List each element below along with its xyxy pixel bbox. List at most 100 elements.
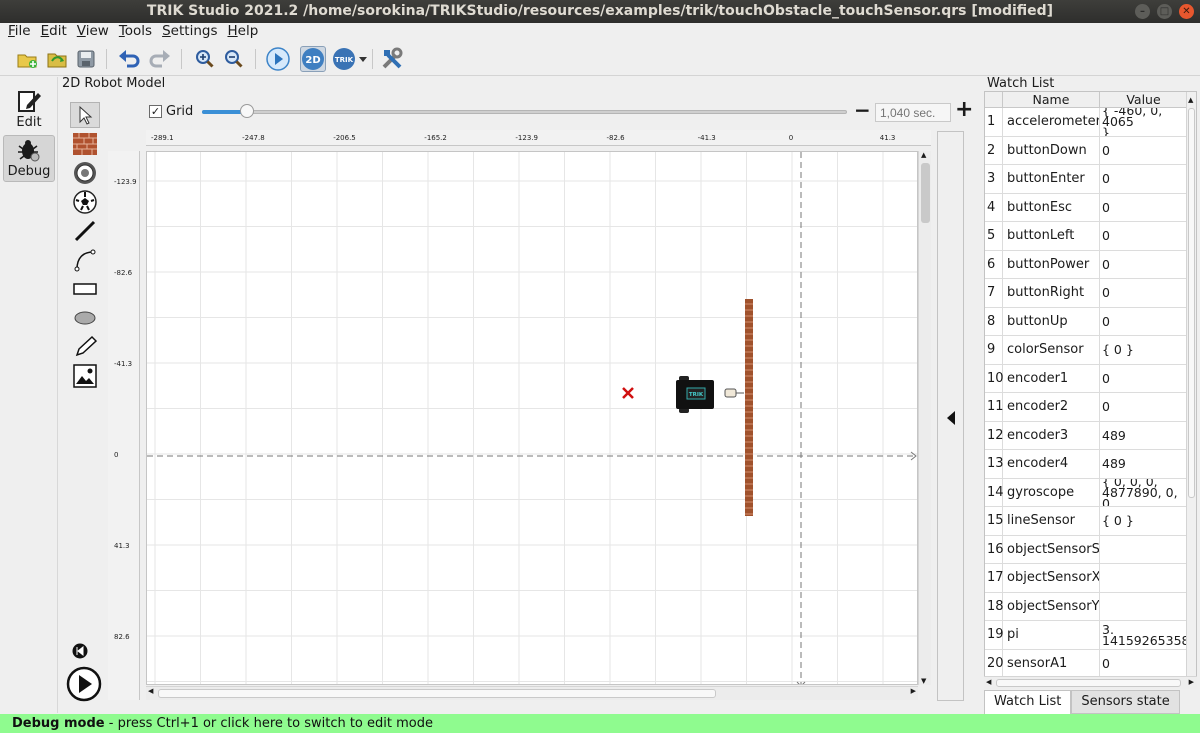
undo-icon[interactable] (116, 46, 142, 72)
plus-icon[interactable]: + (955, 99, 973, 121)
zoom-out-icon[interactable] (221, 46, 247, 72)
name-column-header[interactable]: Name (1003, 92, 1100, 108)
maximize-icon[interactable]: □ (1157, 4, 1172, 19)
watch-variable-value: 489 (1102, 456, 1126, 472)
trik-robot-icon[interactable]: TRIK (331, 46, 357, 72)
new-project-icon[interactable] (14, 46, 40, 72)
scroll-right-icon[interactable]: ▶ (1189, 678, 1194, 686)
menu-edit[interactable]: Edit (36, 23, 72, 41)
watch-row[interactable]: 8 buttonUp 0 (985, 307, 1188, 336)
open-icon[interactable] (44, 46, 70, 72)
watch-row[interactable]: 6 buttonPower 0 (985, 250, 1188, 279)
watch-row[interactable]: 3 buttonEnter 0 (985, 165, 1188, 194)
save-icon[interactable] (73, 46, 99, 72)
line-icon[interactable] (70, 218, 100, 244)
watch-row[interactable]: 4 buttonEsc 0 (985, 193, 1188, 222)
watch-variable-value: 0 (1102, 655, 1110, 671)
scroll-down-icon[interactable]: ▼ (921, 677, 926, 685)
watch-variable-name: buttonLeft (1003, 222, 1100, 250)
scroll-left-icon[interactable]: ◀ (986, 678, 991, 686)
rectangle-icon[interactable] (70, 276, 100, 302)
minus-icon[interactable]: − (854, 100, 871, 121)
watch-row[interactable]: 11 encoder2 0 (985, 393, 1188, 422)
scroll-left-icon[interactable]: ◀ (148, 687, 153, 695)
watch-scroll-thumb[interactable] (1188, 108, 1195, 498)
collapse-panel-button[interactable] (937, 131, 964, 701)
pencil-icon[interactable] (70, 334, 100, 360)
watch-row[interactable]: 14 gyroscope{ 0, 0, 0, 4877890, 0, 0, (985, 478, 1188, 507)
redo-icon[interactable] (147, 46, 173, 72)
watch-row[interactable]: 13 encoder4 489 (985, 450, 1188, 479)
menu-help[interactable]: Help (222, 23, 263, 41)
watch-variable-value (1100, 564, 1188, 592)
settings-tools-icon[interactable] (379, 46, 405, 72)
grid-size-slider-handle[interactable] (240, 104, 255, 118)
menu-tools[interactable]: Tools (114, 23, 157, 41)
scene-canvas: TRIK (147, 152, 917, 684)
watch-row[interactable]: 20 sensorA1 0 (985, 649, 1188, 678)
watch-row-number: 16 (985, 535, 1004, 563)
chevron-left-icon (947, 411, 955, 425)
image-icon[interactable] (70, 363, 100, 389)
run-icon[interactable] (265, 46, 291, 72)
watch-row[interactable]: 15 lineSensor{ 0 } (985, 507, 1188, 536)
edit-mode-button[interactable]: Edit (3, 85, 55, 132)
watch-row[interactable]: 12 encoder3 489 (985, 421, 1188, 450)
time-input[interactable] (875, 103, 951, 122)
watch-row[interactable]: 16objectSensorSize (985, 535, 1188, 564)
minimize-icon[interactable]: – (1135, 4, 1150, 19)
grid-checkbox[interactable]: ✓ (149, 105, 162, 118)
menu-file[interactable]: File (3, 23, 36, 41)
scroll-up-icon[interactable]: ▲ (1188, 96, 1193, 104)
edit-mode-label: Edit (16, 115, 42, 130)
tab-sensors-state[interactable]: Sensors state (1071, 690, 1180, 714)
window-title-bar: TRIK Studio 2021.2 /home/sorokina/TRIKSt… (0, 0, 1200, 23)
watch-variable-value: { 0 } (1102, 342, 1134, 358)
watch-row[interactable]: 19pi3. 14159265358979 (985, 621, 1188, 650)
chevron-down-icon[interactable] (357, 46, 369, 72)
select-icon[interactable] (70, 102, 100, 128)
status-bar[interactable]: Debug mode - press Ctrl+1 or click here … (0, 714, 1200, 733)
menu-view[interactable]: View (72, 23, 114, 41)
skittle-icon[interactable] (70, 160, 100, 186)
reset-icon[interactable] (72, 643, 88, 659)
watch-variable-name: buttonRight (1003, 279, 1100, 307)
watch-row[interactable]: 2 buttonDown 0 (985, 136, 1188, 165)
horizontal-scroll-thumb[interactable] (158, 689, 716, 698)
watch-row[interactable]: 10 encoder1 0 (985, 364, 1188, 393)
tab-watch-list[interactable]: Watch List (984, 690, 1072, 714)
watch-list-vertical-scrollbar[interactable]: ▲ (1186, 92, 1196, 688)
wall-icon[interactable] (70, 131, 100, 157)
h-ruler-tick: -206.5 (333, 134, 356, 142)
watch-row[interactable]: 18 objectSensorY (985, 592, 1188, 621)
watch-row-number: 5 (985, 222, 1003, 250)
play-icon[interactable] (66, 666, 102, 702)
ellipse-icon[interactable] (70, 305, 100, 331)
2d-model-icon[interactable]: 2D (300, 46, 326, 72)
debug-mode-button[interactable]: Debug (3, 135, 55, 182)
watch-variable-value: 489 (1102, 427, 1126, 443)
model-scene[interactable]: TRIK (146, 151, 918, 685)
scroll-up-icon[interactable]: ▲ (921, 151, 926, 159)
window-controls: – □ ✕ (1135, 4, 1194, 19)
scene-horizontal-scrollbar[interactable]: ◀ ▶ (146, 686, 918, 700)
menu-settings[interactable]: Settings (157, 23, 222, 41)
watch-row[interactable]: 5 buttonLeft 0 (985, 222, 1188, 251)
watch-row-number: 11 (985, 393, 1004, 421)
scene-vertical-scrollbar[interactable]: ▲ ▼ (918, 151, 931, 685)
ball-icon[interactable] (70, 189, 100, 215)
zoom-in-icon[interactable] (192, 46, 218, 72)
value-column-header[interactable]: Value (1100, 92, 1188, 108)
watch-list-horizontal-scrollbar[interactable]: ◀ ▶ (984, 676, 1197, 689)
watch-row[interactable]: 17 objectSensorX (985, 564, 1188, 593)
scroll-right-icon[interactable]: ▶ (911, 687, 916, 695)
watch-row[interactable]: 9 colorSensor{ 0 } (985, 336, 1188, 365)
watch-variable-value: 0 (1102, 399, 1110, 415)
close-icon[interactable]: ✕ (1179, 4, 1194, 19)
grid-size-slider[interactable] (202, 110, 847, 114)
vertical-scroll-thumb[interactable] (921, 163, 930, 223)
curve-icon[interactable] (70, 247, 100, 273)
watch-hscroll-thumb[interactable] (996, 679, 1181, 687)
watch-row[interactable]: 1 accelerometer{ -460, 0, 4065 } (985, 108, 1188, 137)
watch-row[interactable]: 7 buttonRight 0 (985, 279, 1188, 308)
